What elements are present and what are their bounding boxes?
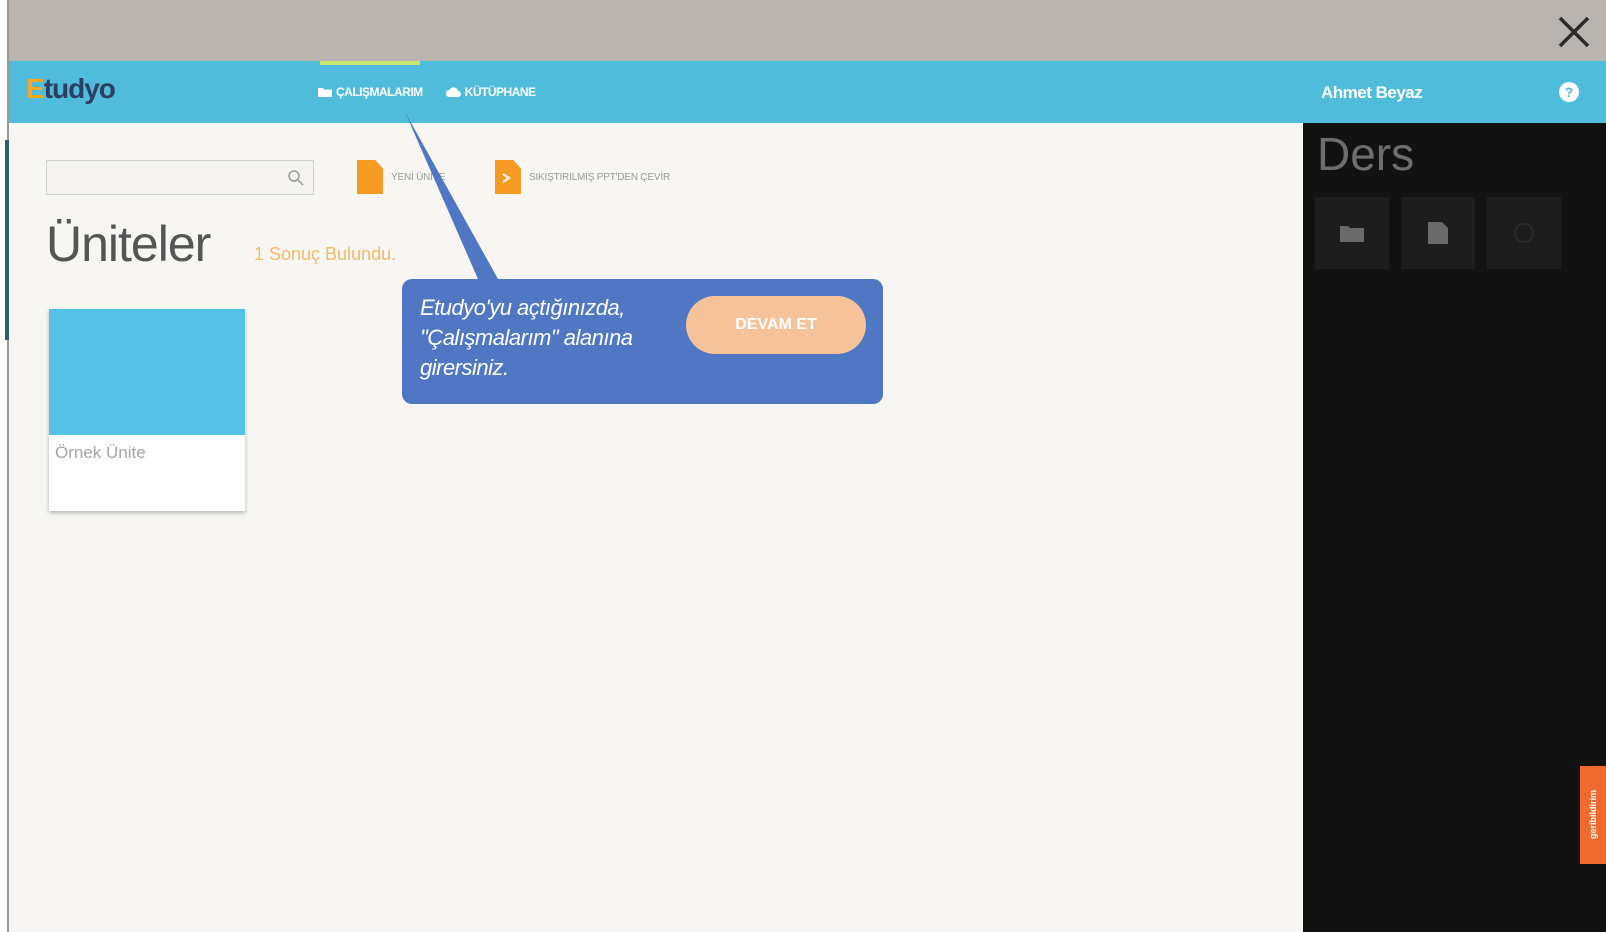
right-panel: Ahmet Beyaz ? Ders geribildirim <box>1303 61 1606 932</box>
search-icon[interactable] <box>287 169 305 187</box>
new-unit-button[interactable]: YENİ ÜNİTE <box>357 160 445 194</box>
user-name[interactable]: Ahmet Beyaz <box>1321 83 1423 103</box>
window-edge-accent <box>5 140 9 340</box>
new-unit-label: YENİ ÜNİTE <box>391 171 446 183</box>
unit-name: Örnek Ünite <box>55 443 146 462</box>
tab-label: KÜTÜPHANE <box>464 85 536 99</box>
convert-ppt-button[interactable]: SIKIŞTIRILMIŞ PPT'DEN ÇEVİR <box>495 160 670 194</box>
open-folder-button[interactable] <box>1315 197 1389 269</box>
search-input[interactable] <box>47 161 293 194</box>
history-button[interactable] <box>1487 197 1561 269</box>
new-document-icon <box>357 160 383 194</box>
feedback-label: geribildirim <box>1588 790 1598 840</box>
folder-icon <box>1340 226 1364 242</box>
title-bar <box>8 0 1606 61</box>
page-title: Üniteler <box>46 216 211 272</box>
convert-document-icon <box>495 160 521 194</box>
clock-icon <box>1514 223 1534 243</box>
svg-text:?: ? <box>1565 84 1574 100</box>
main-nav: ÇALIŞMALARIM KÜTÜPHANE <box>318 61 546 123</box>
panel-title: Ders <box>1317 128 1415 180</box>
document-icon <box>1428 222 1448 244</box>
user-header: Ahmet Beyaz ? <box>1303 61 1606 123</box>
search-field <box>46 160 314 195</box>
folder-icon <box>318 87 332 97</box>
tab-kutuphane[interactable]: KÜTÜPHANE <box>445 61 546 123</box>
unit-cover <box>49 309 245 435</box>
tab-calismalarim[interactable]: ÇALIŞMALARIM <box>318 61 433 123</box>
document-button[interactable] <box>1401 197 1475 269</box>
panel-tools <box>1315 197 1561 269</box>
app-window: Etudyo ÇALIŞMALARIM KÜTÜPHANE YENİ ÜNİTE… <box>8 0 1606 932</box>
continue-button[interactable]: DEVAM ET <box>686 296 866 354</box>
help-icon[interactable]: ? <box>1558 81 1580 103</box>
result-count: 1 Sonuç Bulundu. <box>254 244 397 264</box>
close-icon[interactable] <box>1552 10 1596 54</box>
unit-card[interactable]: Örnek Ünite <box>49 309 245 511</box>
etudyo-logo[interactable]: Etudyo <box>26 73 116 105</box>
feedback-tab[interactable]: geribildirim <box>1580 766 1606 864</box>
convert-ppt-label: SIKIŞTIRILMIŞ PPT'DEN ÇEVİR <box>529 171 670 183</box>
cloud-icon <box>445 87 461 97</box>
tab-label: ÇALIŞMALARIM <box>336 85 423 99</box>
tooltip-text: Etudyo'yu açtığınızda, "Çalışmalarım" al… <box>420 295 633 380</box>
tour-tooltip: Etudyo'yu açtığınızda, "Çalışmalarım" al… <box>402 279 883 404</box>
